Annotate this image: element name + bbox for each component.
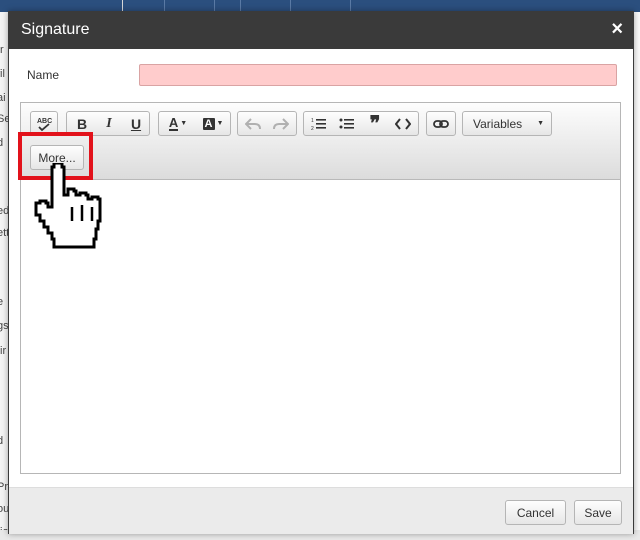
name-row: Name bbox=[9, 49, 633, 89]
background-text: e bbox=[0, 296, 4, 308]
code-icon bbox=[395, 117, 411, 130]
variables-label: Variables bbox=[473, 117, 523, 131]
chevron-down-icon: ▼ bbox=[216, 120, 224, 127]
chevron-down-icon: ▼ bbox=[537, 120, 544, 127]
dialog-footer: Cancel Save bbox=[9, 487, 633, 534]
signature-dialog: Signature × Name ABC B I U A ▼ A ▼ 1 2 ❞… bbox=[8, 11, 634, 534]
undo-button[interactable] bbox=[240, 112, 266, 135]
ordered-list-icon: 1 2 bbox=[311, 118, 326, 131]
italic-button[interactable]: I bbox=[96, 112, 122, 135]
bullet-list-button[interactable] bbox=[334, 112, 360, 135]
redo-icon bbox=[273, 117, 289, 130]
link-icon bbox=[433, 119, 449, 128]
history-group bbox=[237, 111, 297, 136]
spellcheck-icon: ABC bbox=[37, 118, 52, 131]
dialog-title: Signature bbox=[21, 21, 90, 38]
save-button[interactable]: Save bbox=[574, 500, 622, 525]
cancel-button[interactable]: Cancel bbox=[505, 500, 566, 525]
name-input[interactable] bbox=[139, 64, 617, 86]
link-button[interactable] bbox=[428, 112, 454, 135]
background-text: d bbox=[0, 137, 4, 149]
spellcheck-text: ABC bbox=[37, 118, 52, 125]
blockquote-button[interactable]: ❞ bbox=[362, 112, 388, 135]
block-group: 1 2 ❞ bbox=[303, 111, 419, 136]
quote-icon: ❞ bbox=[369, 113, 381, 135]
background-text: tir bbox=[0, 345, 7, 357]
redo-button[interactable] bbox=[268, 112, 294, 135]
editor-toolbar: ABC B I U A ▼ A ▼ 1 2 ❞ Variables ▼ More… bbox=[21, 103, 620, 180]
background-text: Pr bbox=[0, 481, 8, 493]
dialog-header: Signature × bbox=[9, 12, 633, 49]
variables-dropdown[interactable]: Variables ▼ bbox=[462, 111, 552, 136]
chevron-down-icon: ▼ bbox=[180, 120, 188, 127]
underline-button[interactable]: U bbox=[123, 112, 149, 135]
text-color-icon: A bbox=[168, 114, 179, 131]
name-label: Name bbox=[27, 68, 60, 82]
text-color-button[interactable]: A ▼ bbox=[161, 112, 195, 135]
background-text: tr bbox=[0, 44, 4, 56]
background-text: d bbox=[0, 435, 4, 447]
bullet-list-icon bbox=[339, 118, 354, 129]
background-color-icon: A bbox=[202, 117, 215, 130]
svg-text:2: 2 bbox=[311, 126, 314, 131]
svg-text:1: 1 bbox=[311, 118, 314, 124]
editor-content[interactable] bbox=[21, 180, 620, 473]
code-button[interactable] bbox=[390, 112, 416, 135]
hand-pointer-cursor-icon bbox=[34, 163, 102, 249]
color-group: A ▼ A ▼ bbox=[158, 111, 231, 136]
ordered-list-button[interactable]: 1 2 bbox=[306, 112, 332, 135]
undo-icon bbox=[245, 117, 261, 130]
link-group bbox=[426, 111, 456, 136]
background-text: fil bbox=[0, 68, 5, 80]
close-icon[interactable]: × bbox=[611, 19, 623, 39]
signature-editor: ABC B I U A ▼ A ▼ 1 2 ❞ Variables ▼ More… bbox=[20, 102, 621, 474]
background-text: ai bbox=[0, 92, 6, 104]
background-color-button[interactable]: A ▼ bbox=[196, 112, 230, 135]
